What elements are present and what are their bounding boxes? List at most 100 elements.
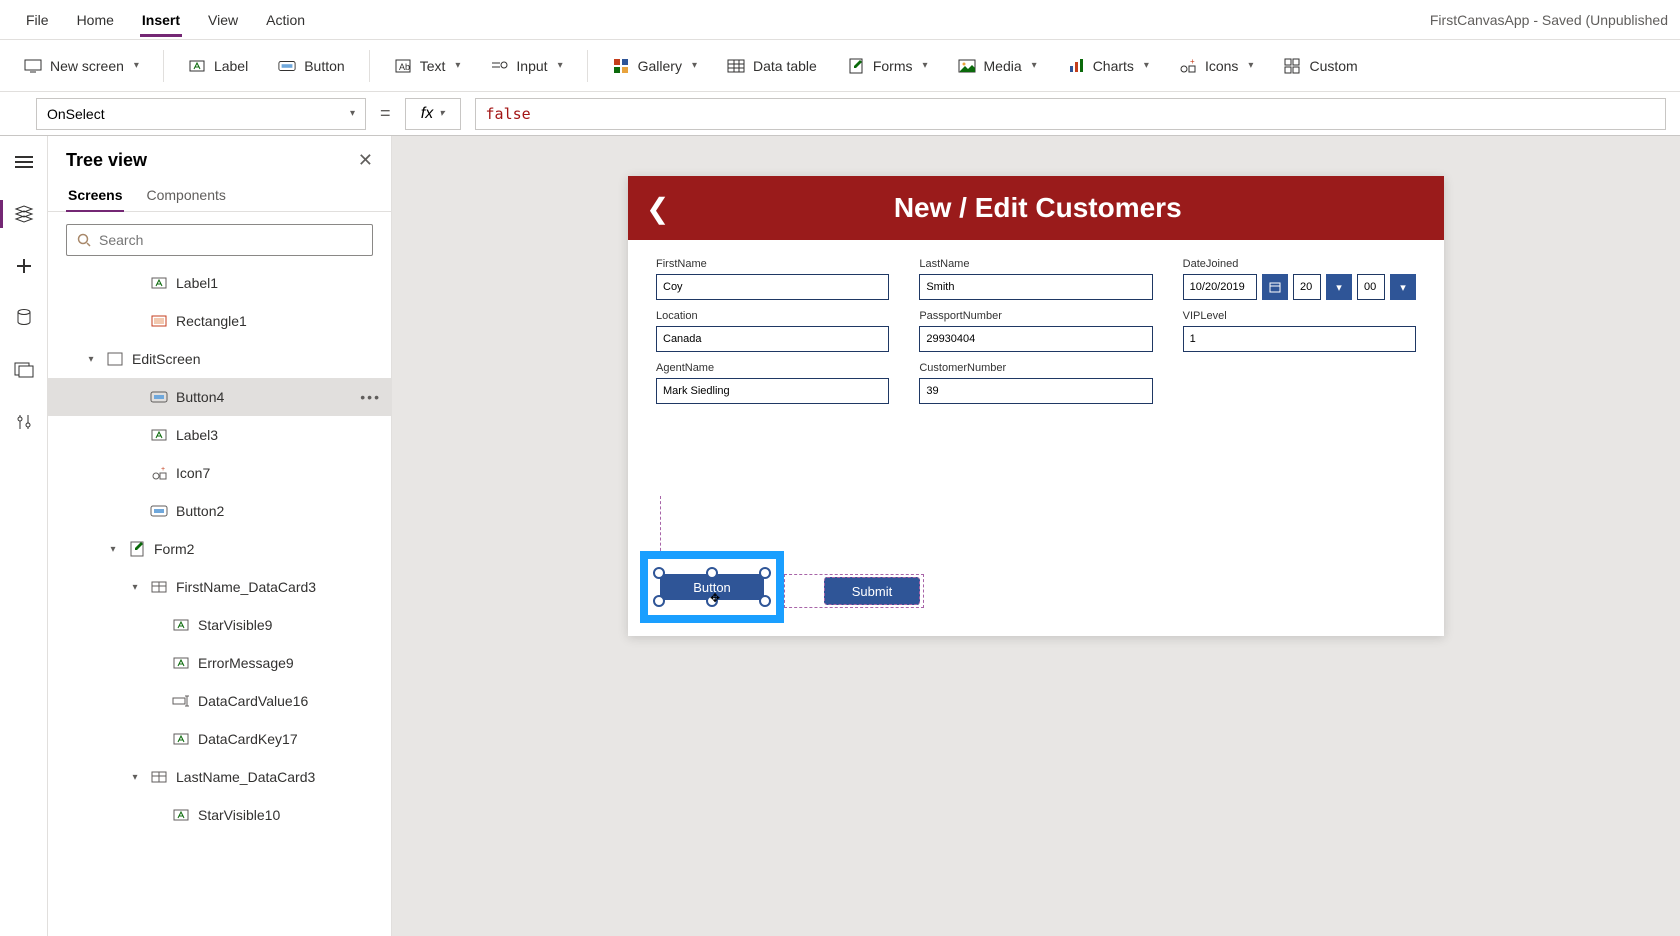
resize-handle[interactable] [653, 595, 665, 607]
location-input[interactable] [656, 326, 889, 352]
chevron-icon[interactable]: ▾ [106, 544, 120, 555]
text-button[interactable]: Ab Text▾ [382, 51, 473, 81]
tree-item-editscreen[interactable]: ▾ EditScreen [48, 340, 391, 378]
advanced-button[interactable] [10, 408, 38, 436]
selected-control[interactable]: Button ✥ [640, 551, 784, 623]
separator [369, 50, 370, 82]
calendar-icon[interactable] [1262, 274, 1288, 300]
tree-item-form2[interactable]: ▾Form2 [48, 530, 391, 568]
insert-button[interactable] [10, 252, 38, 280]
input-icon [172, 692, 190, 710]
rect-icon [150, 312, 168, 330]
tree-item-label: EditScreen [132, 351, 200, 367]
location-label: Location [656, 310, 889, 322]
ribbon-custom-label: Custom [1309, 58, 1357, 74]
resize-handle[interactable] [653, 567, 665, 579]
media-button[interactable]: Media▾ [946, 51, 1049, 81]
resize-handle[interactable] [759, 595, 771, 607]
tree-item-button4[interactable]: Button4••• [48, 378, 391, 416]
tree-item-button2[interactable]: Button2 [48, 492, 391, 530]
fx-button[interactable]: fx▾ [405, 98, 461, 130]
gallery-button[interactable]: Gallery▾ [600, 51, 709, 81]
button-icon [278, 57, 296, 75]
agent-input[interactable] [656, 378, 889, 404]
tree-item-datacardkey17[interactable]: DataCardKey17 [48, 720, 391, 758]
tree-item-starvisible9[interactable]: StarVisible9 [48, 606, 391, 644]
tree-body[interactable]: Label1Rectangle1 ▾ EditScreen Button4••• Lab… [48, 264, 391, 936]
close-icon[interactable]: ✕ [358, 150, 373, 171]
input-button[interactable]: Input▾ [478, 51, 574, 81]
input-icon [490, 57, 508, 75]
tree-item-lastname_datacard3[interactable]: ▾LastName_DataCard3 [48, 758, 391, 796]
tree-item-datacardvalue16[interactable]: DataCardValue16 [48, 682, 391, 720]
tree-item-starvisible10[interactable]: StarVisible10 [48, 796, 391, 834]
tree-item-label: StarVisible10 [198, 807, 280, 823]
hour-dropdown[interactable]: ▾ [1326, 274, 1352, 300]
property-select[interactable]: OnSelect ▾ [36, 98, 366, 130]
more-icon[interactable]: ••• [360, 389, 381, 405]
chevron-down-icon: ▾ [134, 60, 139, 71]
formula-input[interactable]: false [475, 98, 1666, 130]
app-title: FirstCanvasApp - Saved (Unpublished [1430, 12, 1668, 28]
resize-handle[interactable] [706, 567, 718, 579]
button-button[interactable]: Button [266, 51, 356, 81]
chevron-icon[interactable]: ▾ [128, 582, 142, 593]
resize-handle[interactable] [759, 567, 771, 579]
date-input[interactable]: 10/20/2019 [1183, 274, 1257, 300]
custnum-label: CustomerNumber [919, 362, 1152, 374]
menu-file[interactable]: File [12, 4, 63, 36]
canvas[interactable]: ❮ New / Edit Customers FirstName LastNam… [628, 176, 1444, 636]
chevron-icon[interactable]: ▾ [84, 354, 98, 365]
label-icon [188, 57, 206, 75]
label-icon [172, 654, 190, 672]
separator [587, 50, 588, 82]
menu-action[interactable]: Action [252, 4, 319, 36]
tree-item-errormessage9[interactable]: ErrorMessage9 [48, 644, 391, 682]
canvas-wrap: ❮ New / Edit Customers FirstName LastNam… [392, 136, 1680, 936]
label-button[interactable]: Label [176, 51, 260, 81]
new-screen-button[interactable]: New screen▾ [12, 51, 151, 81]
search-box[interactable] [66, 224, 373, 256]
hour-input[interactable]: 20 [1293, 274, 1321, 300]
menu-view[interactable]: View [194, 4, 252, 36]
custom-button[interactable]: Custom [1271, 51, 1369, 81]
back-arrow-icon[interactable]: ❮ [646, 192, 669, 225]
datatable-button[interactable]: Data table [715, 51, 829, 81]
data-button[interactable] [10, 304, 38, 332]
minute-input[interactable]: 00 [1357, 274, 1385, 300]
charts-button[interactable]: Charts▾ [1055, 51, 1161, 81]
icons-button[interactable]: + Icons▾ [1167, 51, 1266, 81]
tree-view-button[interactable] [10, 200, 38, 228]
tree-item-rectangle1[interactable]: Rectangle1 [48, 302, 391, 340]
chevron-icon[interactable]: ▾ [128, 772, 142, 783]
firstname-input[interactable] [656, 274, 889, 300]
tree-item-firstname_datacard3[interactable]: ▾FirstName_DataCard3 [48, 568, 391, 606]
hamburger-button[interactable] [10, 148, 38, 176]
menu-insert[interactable]: Insert [128, 4, 194, 36]
move-cursor-icon: ✥ [710, 591, 720, 605]
media-panel-button[interactable] [10, 356, 38, 384]
tree-item-label: Button2 [176, 503, 224, 519]
charts-icon [1067, 57, 1085, 75]
label-icon [150, 274, 168, 292]
tab-screens[interactable]: Screens [66, 179, 124, 211]
datejoined-label: DateJoined [1183, 258, 1416, 270]
tree-item-label1[interactable]: Label1 [48, 264, 391, 302]
lastname-input[interactable] [919, 274, 1152, 300]
field-datejoined: DateJoined 10/20/2019 20 ▾ 00 ▾ [1183, 258, 1416, 300]
tree-item-label3[interactable]: Label3 [48, 416, 391, 454]
custnum-input[interactable] [919, 378, 1152, 404]
minute-dropdown[interactable]: ▾ [1390, 274, 1416, 300]
tab-components[interactable]: Components [144, 179, 227, 211]
forms-button[interactable]: Forms▾ [835, 51, 940, 81]
tree-item-label: Label3 [176, 427, 218, 443]
search-input[interactable] [99, 232, 362, 248]
passport-input[interactable] [919, 326, 1152, 352]
tree-item-icon7[interactable]: +Icon7 [48, 454, 391, 492]
button4-control[interactable]: Button ✥ [660, 574, 764, 600]
submit-button[interactable]: Submit [824, 577, 920, 605]
menu-home[interactable]: Home [63, 4, 128, 36]
vip-input[interactable] [1183, 326, 1416, 352]
form-title: New / Edit Customers [689, 192, 1386, 224]
ribbon-forms-label: Forms [873, 58, 913, 74]
